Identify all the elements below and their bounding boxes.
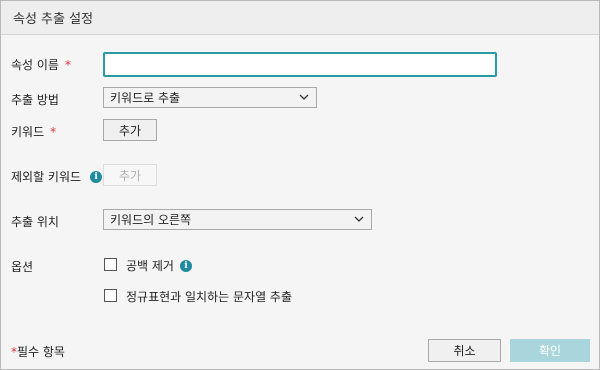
regex-extract-label: 정규표현과 일치하는 문자열 추출: [126, 290, 293, 304]
chevron-down-icon: [353, 213, 365, 228]
attr-name-label-row: 속성 이름 *: [11, 56, 71, 73]
required-note: *필수 항목: [11, 343, 65, 360]
keyword-add-button[interactable]: 추가: [103, 119, 157, 141]
trim-whitespace-checkbox[interactable]: [104, 258, 117, 271]
required-star: *: [64, 57, 71, 72]
trim-whitespace-label-row: 공백 제거 i: [126, 257, 192, 274]
dialog-title: 속성 추출 설정: [13, 12, 94, 27]
attribute-extract-dialog: 속성 추출 설정 속성 이름 * 추출 방법 키워드로 추출 키워드 * 추가 …: [0, 0, 600, 370]
attr-name-input[interactable]: [103, 52, 497, 77]
method-select-value: 키워드로 추출: [110, 91, 181, 105]
trim-whitespace-label: 공백 제거: [126, 259, 174, 273]
dialog-titlebar: 속성 추출 설정: [1, 1, 599, 35]
info-icon[interactable]: i: [179, 259, 192, 272]
exclude-label-row: 제외할 키워드 i: [11, 168, 103, 185]
keyword-label-row: 키워드 *: [11, 123, 56, 140]
keyword-label: 키워드: [11, 125, 45, 139]
info-icon[interactable]: i: [90, 170, 103, 183]
options-label: 옵션: [11, 260, 34, 274]
position-select-value: 키워드의 오른쪽: [110, 213, 192, 227]
required-star: *: [50, 124, 57, 139]
exclude-add-button[interactable]: 추가: [103, 164, 157, 186]
method-label: 추출 방법: [11, 93, 59, 107]
confirm-button[interactable]: 확인: [510, 339, 590, 362]
position-select[interactable]: 키워드의 오른쪽: [103, 209, 372, 230]
required-note-text: 필수 항목: [17, 345, 65, 359]
chevron-down-icon: [298, 91, 310, 106]
position-label: 추출 위치: [11, 215, 59, 229]
attr-name-label: 속성 이름: [11, 58, 59, 72]
exclude-label: 제외할 키워드: [11, 170, 82, 184]
regex-extract-checkbox[interactable]: [104, 289, 117, 302]
cancel-button[interactable]: 취소: [428, 339, 501, 362]
method-select[interactable]: 키워드로 추출: [103, 87, 317, 108]
